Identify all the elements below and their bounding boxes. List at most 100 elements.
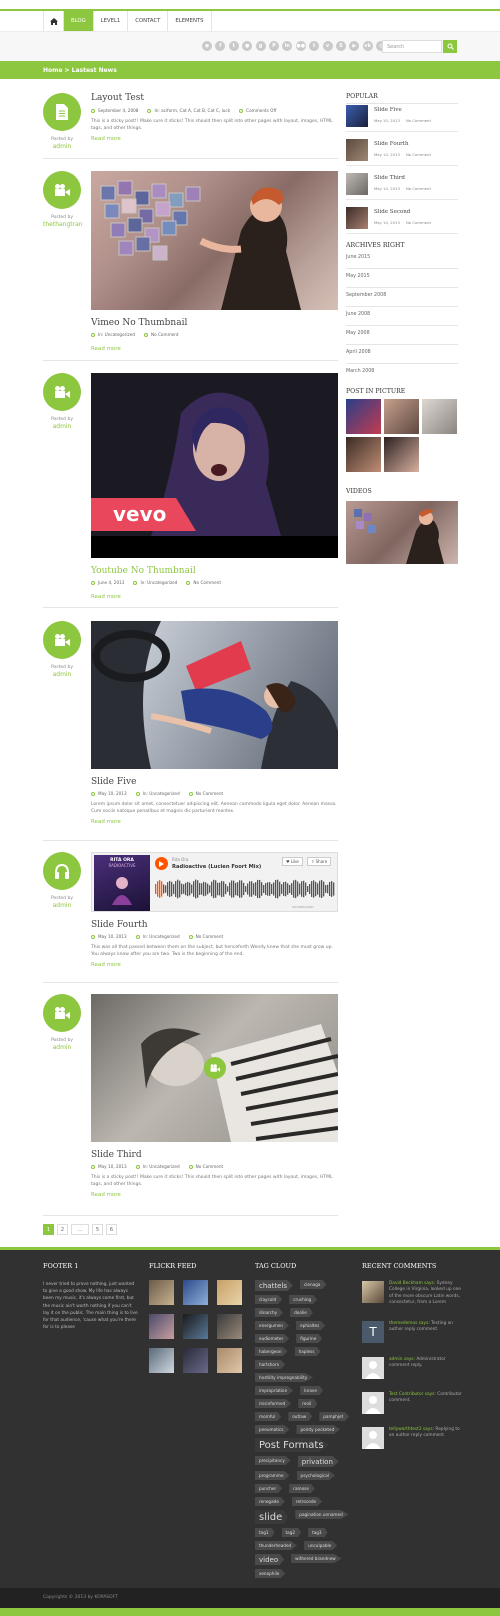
post-comments[interactable]: No Comment xyxy=(143,332,179,337)
post-author[interactable]: admin xyxy=(43,423,81,430)
tag-link[interactable]: habergeon xyxy=(255,1347,288,1356)
tag-link[interactable]: ephialtes xyxy=(296,1321,326,1330)
tag-link[interactable]: withered brandnew xyxy=(291,1554,342,1563)
tag-link[interactable]: moil xyxy=(298,1399,318,1408)
tumblr-icon[interactable]: t xyxy=(309,41,320,51)
tag-link[interactable]: eudiometer xyxy=(255,1334,290,1343)
tag-link[interactable]: impropriation xyxy=(255,1386,294,1395)
popular-title[interactable]: Slide Five xyxy=(374,107,402,113)
post-categories[interactable]: In: Uncategorized xyxy=(135,934,180,939)
post-categories[interactable]: In: aciform, Cat A, Cat B, Cat C, luck xyxy=(147,108,230,113)
comment-author[interactable]: tellyworthtest2 says: xyxy=(389,1427,434,1432)
comment-author[interactable]: David Beckham says: xyxy=(389,1281,435,1286)
post-title[interactable]: Slide Third xyxy=(91,1150,338,1160)
page-6[interactable]: 6 xyxy=(106,1224,117,1235)
nav-item-contact[interactable]: CONTACT xyxy=(128,11,169,31)
post-image[interactable] xyxy=(91,171,338,310)
tag-link[interactable]: cienaga xyxy=(299,1280,327,1289)
flickr-thumb[interactable] xyxy=(217,1314,242,1339)
post-title[interactable]: Layout Test xyxy=(91,93,338,103)
tag-link[interactable]: outlaw xyxy=(288,1412,313,1421)
tag-link[interactable]: pagination unnamed xyxy=(295,1510,349,1519)
flickr-thumb[interactable] xyxy=(149,1314,174,1339)
tag-link[interactable]: unculpable xyxy=(304,1541,338,1550)
post-categories[interactable]: In: Uncategorized xyxy=(135,1164,180,1169)
popular-title[interactable]: Slide Second xyxy=(374,209,410,215)
track-artist[interactable]: Rita Ora xyxy=(172,857,188,862)
flickr-thumb[interactable] xyxy=(183,1280,208,1305)
tag-link[interactable]: video xyxy=(255,1554,285,1565)
tag-link[interactable]: slide xyxy=(255,1510,289,1524)
read-more-link[interactable]: Read more xyxy=(91,594,338,600)
nav-item-blog[interactable]: BLOG xyxy=(64,11,94,31)
post-comments[interactable]: No Comment xyxy=(188,934,223,939)
post-title[interactable]: Slide Fourth xyxy=(91,920,338,930)
tag-link[interactable]: ramose xyxy=(289,1484,315,1493)
popular-item[interactable]: Slide Third May 10, 2013 No Comment xyxy=(346,173,458,200)
post-comments[interactable]: No Comment xyxy=(188,1164,223,1169)
popular-item[interactable]: Slide Fourth May 10, 2013 No Comment xyxy=(346,139,458,166)
archive-link[interactable]: March 2008 xyxy=(346,364,458,383)
nav-item-level1[interactable]: LEVEL1 xyxy=(94,11,129,31)
tag-link[interactable]: crushing xyxy=(289,1295,318,1304)
waveform[interactable] xyxy=(155,876,335,902)
read-more-link[interactable]: Read more xyxy=(91,136,338,142)
video-thumb[interactable] xyxy=(346,501,458,564)
tag-link[interactable]: tag2 xyxy=(281,1528,302,1537)
vimeo-icon[interactable]: v xyxy=(322,41,333,51)
tag-link[interactable]: psychological xyxy=(296,1471,335,1480)
avatar[interactable] xyxy=(362,1427,384,1449)
archive-link[interactable]: June 2008 xyxy=(346,307,458,326)
popular-comments[interactable]: No Comment xyxy=(406,152,431,157)
picture-thumb[interactable] xyxy=(384,399,419,434)
track-title[interactable]: Radioactive (Lucien Foort Mix) xyxy=(172,864,261,870)
pinterest-icon[interactable]: P xyxy=(268,41,279,51)
comment-author[interactable]: admin says: xyxy=(389,1357,415,1362)
post-comments[interactable]: No Comment xyxy=(186,580,221,585)
picture-thumb[interactable] xyxy=(346,437,381,472)
popular-title[interactable]: Slide Third xyxy=(374,175,405,181)
tag-link[interactable]: tag3 xyxy=(308,1528,328,1537)
post-categories[interactable]: In: Uncategorized xyxy=(91,332,135,337)
post-comments[interactable]: No Comment xyxy=(188,791,223,796)
dribbble-icon[interactable]: ● xyxy=(242,41,253,51)
popular-comments[interactable]: No Comment xyxy=(406,186,431,191)
linkedin-icon[interactable]: in xyxy=(282,41,293,51)
post-author[interactable]: admin xyxy=(43,902,81,909)
avatar[interactable] xyxy=(362,1392,384,1414)
archive-link[interactable]: May 2008 xyxy=(346,326,458,345)
tag-link[interactable]: programme xyxy=(255,1471,290,1480)
flickr-thumb[interactable] xyxy=(183,1314,208,1339)
popular-thumb[interactable] xyxy=(346,139,368,161)
tag-link[interactable]: energumen xyxy=(255,1321,290,1330)
share-button[interactable]: ⇪ Share xyxy=(307,857,332,866)
video-format-badge[interactable] xyxy=(204,1057,226,1079)
video-player[interactable]: vevo xyxy=(91,373,338,558)
popular-item[interactable]: Slide Five May 10, 2013 No Comment xyxy=(346,105,458,132)
search-input[interactable]: Search xyxy=(382,40,442,53)
post-categories[interactable]: In: Uncategorized xyxy=(133,580,177,585)
nav-home[interactable] xyxy=(44,11,64,31)
read-more-link[interactable]: Read more xyxy=(91,346,338,352)
post-image[interactable] xyxy=(91,994,338,1142)
picture-thumb[interactable] xyxy=(422,399,457,434)
tag-link[interactable]: hapless xyxy=(294,1347,321,1356)
comment-author[interactable]: themedemos says: xyxy=(389,1321,430,1326)
read-more-link[interactable]: Read more xyxy=(91,819,338,825)
tag-link[interactable]: Post Formats xyxy=(255,1438,330,1452)
tag-link[interactable]: retrocede xyxy=(291,1497,323,1506)
like-button[interactable]: ♥ Like xyxy=(282,857,303,866)
google-plus-icon[interactable]: g xyxy=(255,41,266,51)
archive-link[interactable]: April 2008 xyxy=(346,345,458,364)
tag-link[interactable]: renegade xyxy=(255,1497,285,1506)
tag-link[interactable]: mornful xyxy=(255,1412,282,1421)
tag-link[interactable]: privation xyxy=(297,1456,339,1467)
flickr-thumb[interactable] xyxy=(217,1280,242,1305)
page-1[interactable]: 1 xyxy=(43,1224,54,1235)
search-button[interactable] xyxy=(443,40,457,53)
vk-icon[interactable]: vk xyxy=(362,41,373,51)
facebook-icon[interactable]: f xyxy=(215,41,226,51)
post-title[interactable]: Vimeo No Thumbnail xyxy=(91,318,338,328)
tag-link[interactable]: puncher xyxy=(255,1484,283,1493)
post-categories[interactable]: In: Uncategorized xyxy=(135,791,180,796)
